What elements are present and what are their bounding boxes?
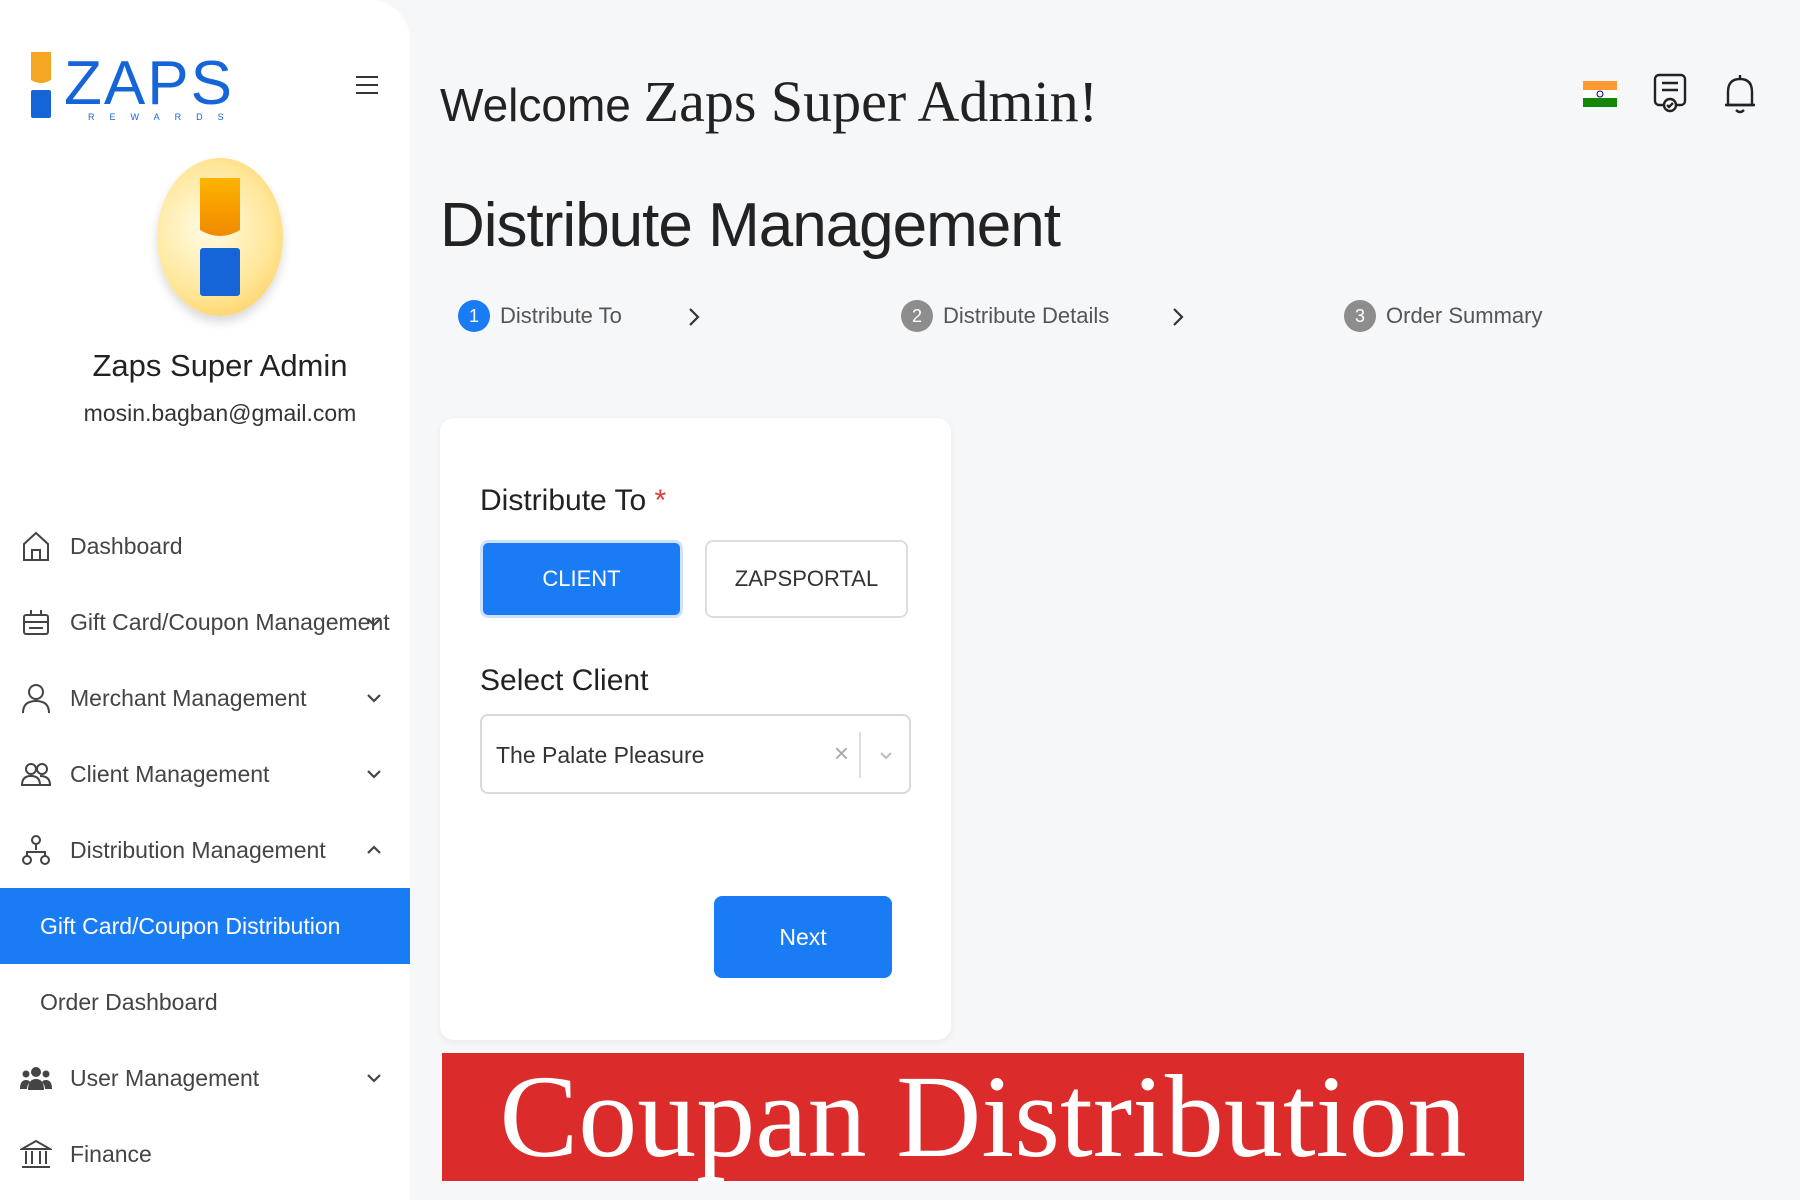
sidebar-item-client-management[interactable]: Client Management	[0, 736, 410, 812]
chevron-right-icon	[1173, 308, 1184, 326]
required-mark: *	[654, 484, 667, 517]
users-icon	[20, 1062, 52, 1094]
bank-icon	[20, 1138, 52, 1170]
sidebar-item-distribution-management[interactable]: Distribution Management	[0, 812, 410, 888]
step-number: 3	[1344, 300, 1376, 332]
select-client-label: Select Client	[480, 664, 649, 697]
next-button[interactable]: Next	[714, 896, 892, 978]
banner-text: Coupan Distribution	[499, 1051, 1467, 1182]
profile-name: Zaps Super Admin	[92, 348, 348, 383]
sidebar-item-merchant-management[interactable]: Merchant Management	[0, 660, 410, 736]
sidebar-item-finance[interactable]: Finance	[0, 1116, 410, 1192]
step-number: 2	[901, 300, 933, 332]
step-distribute-to[interactable]: 1 Distribute To	[458, 300, 622, 332]
chevron-down-icon[interactable]	[364, 764, 384, 784]
step-number: 1	[458, 300, 490, 332]
zaps-logo[interactable]: ZAPS REWARDS	[28, 46, 238, 126]
chevron-down-icon[interactable]	[364, 1068, 384, 1088]
client-select-value: The Palate Pleasure	[496, 742, 705, 768]
chevron-down-icon[interactable]	[364, 688, 384, 708]
logo-text: ZAPS	[64, 49, 234, 118]
sidebar: ZAPS REWARDS Zaps Super Admin mosin.bagb…	[0, 0, 410, 1200]
sidebar-nav: Dashboard Gift Card/Coupon Management Me…	[0, 508, 410, 1192]
distribution-icon	[20, 834, 52, 866]
stepper: 1 Distribute To 2 Distribute Details 3 O…	[458, 300, 1558, 344]
india-flag-icon[interactable]	[1580, 72, 1620, 116]
chevron-down-icon[interactable]	[877, 746, 895, 764]
sidebar-subitem-order-dashboard[interactable]: Order Dashboard	[0, 964, 410, 1040]
page-title: Distribute Management	[440, 191, 1061, 260]
chevron-down-icon[interactable]	[364, 612, 384, 632]
logo-mark-icon	[31, 52, 51, 118]
title-banner: Coupan Distribution	[442, 1053, 1524, 1181]
merchant-icon	[20, 682, 52, 714]
sidebar-item-user-management[interactable]: User Management	[0, 1040, 410, 1116]
chevron-up-icon[interactable]	[364, 840, 384, 860]
gift-card-icon	[20, 606, 52, 638]
welcome-name: Zaps Super Admin!	[643, 69, 1098, 134]
sidebar-item-gift-card-management[interactable]: Gift Card/Coupon Management	[0, 584, 410, 660]
clear-icon[interactable]: ×	[834, 738, 849, 769]
home-icon	[20, 530, 52, 562]
client-option-button[interactable]: CLIENT	[480, 540, 683, 618]
step-label: Distribute Details	[943, 303, 1110, 328]
notification-bell-icon[interactable]	[1720, 72, 1760, 116]
zapsportal-option-button[interactable]: ZAPSPORTAL	[705, 540, 908, 618]
welcome-heading: Welcome Zaps Super Admin!	[440, 68, 1098, 135]
avatar	[157, 158, 283, 316]
hamburger-menu-icon[interactable]	[356, 76, 380, 96]
client-select[interactable]: The Palate Pleasure ×	[480, 714, 911, 794]
sidebar-item-dashboard[interactable]: Dashboard	[0, 508, 410, 584]
logo-subtext: REWARDS	[88, 112, 239, 122]
step-label: Order Summary	[1386, 303, 1543, 328]
sidebar-subitem-coupon-distribution[interactable]: Gift Card/Coupon Distribution	[0, 888, 410, 964]
header-actions	[1580, 72, 1760, 116]
select-divider	[859, 732, 861, 778]
profile-email: mosin.bagban@gmail.com	[83, 400, 357, 426]
step-order-summary[interactable]: 3 Order Summary	[1344, 300, 1542, 332]
distribute-to-label: Distribute To *	[480, 484, 667, 517]
step-label: Distribute To	[500, 303, 622, 328]
distribute-form-card: Distribute To * CLIENT ZAPSPORTAL Select…	[440, 418, 951, 1040]
clients-icon	[20, 758, 52, 790]
step-distribute-details[interactable]: 2 Distribute Details	[901, 300, 1109, 332]
welcome-prefix: Welcome	[440, 79, 631, 131]
certificate-icon[interactable]	[1650, 72, 1690, 116]
chevron-right-icon	[689, 308, 700, 326]
